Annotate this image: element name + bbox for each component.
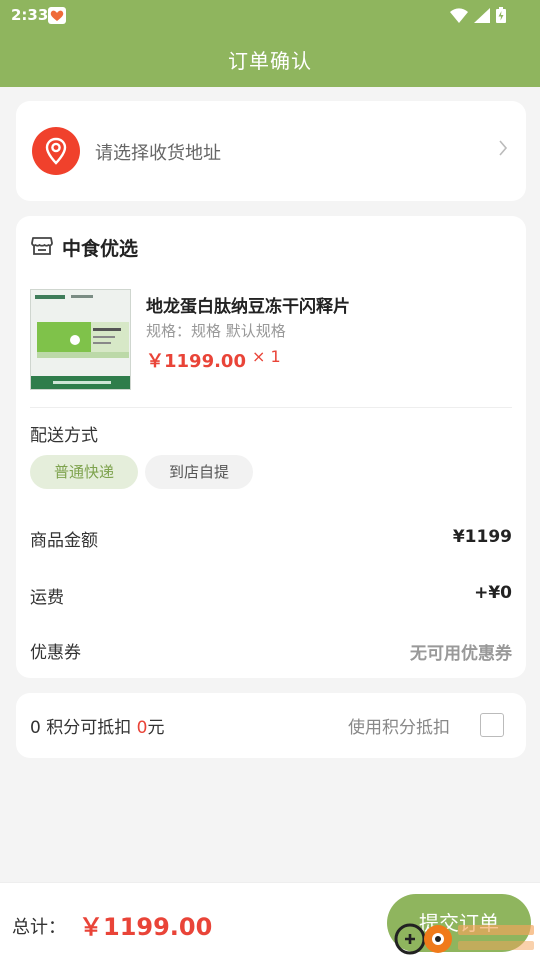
points-text-mid: 积分可抵扣 (46, 718, 132, 738)
product-image[interactable] (30, 289, 131, 390)
app-notification-icon (48, 7, 66, 24)
location-pin-icon (32, 127, 80, 175)
divider (30, 407, 512, 408)
shipping-fee-label: 运费 (30, 588, 64, 608)
battery-icon (496, 7, 506, 23)
points-unit: 元 (147, 718, 165, 738)
wifi-icon (450, 7, 468, 23)
address-placeholder: 请选择收货地址 (95, 143, 221, 164)
shop-name: 中食优选 (62, 238, 139, 260)
use-points-label: 使用积分抵扣 (348, 718, 450, 738)
goods-amount-value: ¥1199 (452, 527, 512, 547)
address-selector[interactable]: 请选择收货地址 (16, 101, 526, 201)
points-amount: 0 (136, 718, 148, 738)
page-title: 订单确认 (228, 49, 312, 73)
watermark-logo (394, 923, 534, 955)
signal-icon (474, 7, 490, 23)
system-icons (450, 7, 506, 23)
goods-amount-label: 商品金额 (30, 531, 98, 551)
chevron-right-icon (499, 140, 508, 156)
coupon-label: 优惠券 (30, 643, 81, 663)
delivery-method-label: 配送方式 (30, 426, 98, 446)
total-label: 总计： (12, 917, 66, 938)
store-icon (31, 237, 53, 255)
delivery-option-pickup[interactable]: 到店自提 (145, 455, 253, 489)
product-name: 地龙蛋白肽纳豆冻干闪释片 (146, 297, 350, 317)
product-quantity: × 1 (252, 347, 281, 366)
delivery-option-express[interactable]: 普通快递 (30, 455, 138, 489)
points-card: 0 积分可抵扣 0元 使用积分抵扣 (16, 693, 526, 758)
order-card: 中食优选 地龙蛋白肽纳豆冻干闪释片 规格：规格 默认规格 ￥1199.00 × … (16, 216, 526, 678)
coupon-value[interactable]: 无可用优惠券 (410, 639, 512, 664)
product-price: ￥1199.00 (146, 351, 246, 372)
status-time: 2:33 (11, 6, 49, 24)
points-text: 0 积分可抵扣 0元 (30, 713, 164, 738)
total-amount: ￥1199.00 (79, 913, 213, 941)
use-points-checkbox[interactable] (480, 713, 504, 737)
page-header: 订单确认 (0, 30, 540, 87)
shipping-fee-value: +¥0 (474, 583, 512, 603)
status-bar: 2:33 (0, 0, 540, 30)
points-count: 0 (30, 718, 41, 738)
product-spec: 规格：规格 默认规格 (146, 322, 286, 340)
